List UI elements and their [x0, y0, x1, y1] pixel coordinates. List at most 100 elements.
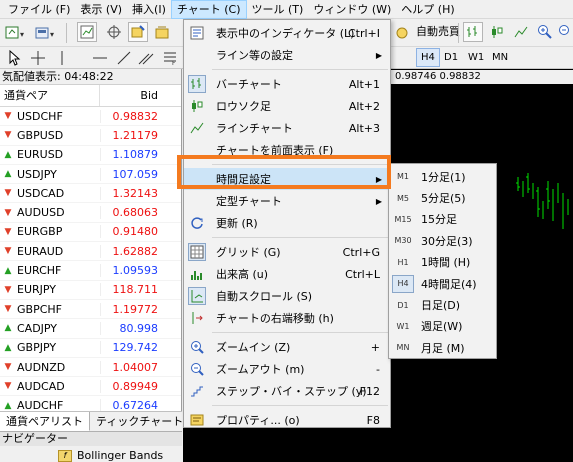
menu-chart[interactable]: チャート (C): [170, 0, 247, 19]
timeframe-menu-item[interactable]: M1 1分足(1): [389, 166, 496, 187]
chart-menu-item[interactable]: ズームアウト (m) -: [184, 358, 390, 380]
market-watch-row[interactable]: ▼ EURAUD 1.62882: [0, 242, 181, 262]
auto-trading-button[interactable]: 自動売買: [416, 22, 460, 42]
chart-menu-item[interactable]: ライン等の設定 ▶: [184, 44, 390, 66]
line-chart-toolbar-icon[interactable]: [511, 22, 531, 42]
chart-menu-item[interactable]: ラインチャート Alt+3: [184, 117, 390, 139]
chart-menu-item[interactable]: チャートの右端移動 (h): [184, 307, 390, 329]
navigator-panel: ナビゲーター f Bollinger Bands: [0, 431, 182, 462]
timeframe-menu-item[interactable]: H4 4時間足(4): [389, 273, 496, 294]
market-watch-row[interactable]: ▲ GBPJPY 129.742: [0, 339, 181, 358]
candlestick-toolbar-icon[interactable]: [487, 22, 507, 42]
menu-file[interactable]: ファイル (F): [3, 0, 75, 19]
channel-icon[interactable]: [136, 48, 156, 68]
menu-help[interactable]: ヘルプ (H): [396, 0, 459, 19]
chart-shift-icon: [188, 309, 206, 327]
chart-price-info: 0.98746 0.98832: [395, 71, 481, 82]
bid-price: 0.68063: [100, 206, 162, 220]
grid-icon: [188, 243, 206, 261]
menu-tools[interactable]: ツール (T): [247, 0, 309, 19]
timeframe-menu-item[interactable]: M5 5分足(5): [389, 187, 496, 208]
down-arrow-icon: ▼: [4, 284, 12, 295]
market-watch-row[interactable]: ▲ CADJPY 80.998: [0, 319, 181, 339]
timeframe-menu-item[interactable]: H1 1時間 (H): [389, 252, 496, 273]
market-watch-row[interactable]: ▲ EURUSD 1.10879: [0, 146, 181, 165]
up-arrow-icon: ▲: [4, 400, 12, 411]
menu-insert[interactable]: 挿入(I): [127, 0, 171, 19]
symbol-name: GBPJPY: [17, 341, 57, 355]
tab-symbols[interactable]: 通貨ペアリスト: [0, 412, 90, 431]
menu-bar: ファイル (F) 表示 (V) 挿入(I) チャート (C) ツール (T) ウ…: [0, 0, 573, 19]
chart-menu-item[interactable]: 表示中のインディケータ (L) Ctrl+I: [184, 22, 390, 44]
navigator-item-label: Bollinger Bands: [77, 449, 164, 462]
symbol-name: AUDCAD: [17, 379, 65, 393]
market-watch-row[interactable]: ▼ EURJPY 118.711: [0, 281, 181, 300]
chart-menu-item[interactable]: 定型チャート ▶: [184, 190, 390, 212]
chart-menu-item[interactable]: ズームイン (Z) +: [184, 336, 390, 358]
bar-chart-toolbar-icon[interactable]: [463, 22, 483, 42]
bid-price: 1.19772: [100, 302, 162, 316]
menu-separator: [212, 237, 388, 238]
crosshair-icon[interactable]: [28, 48, 48, 68]
timeframe-menu-item[interactable]: MN 月足 (M): [389, 337, 496, 358]
bid-price: 1.10879: [100, 148, 162, 162]
symbol-name: EURAUD: [17, 244, 64, 258]
new-chart-icon[interactable]: ▾: [4, 23, 30, 43]
menu-window[interactable]: ウィンドウ (W): [308, 0, 396, 19]
chart-menu-item[interactable]: チャートを前面表示 (F): [184, 139, 390, 161]
bid-price: 1.32143: [100, 186, 162, 200]
menu-view[interactable]: 表示 (V): [75, 0, 127, 19]
market-watch-icon[interactable]: [77, 22, 97, 42]
navigator-icon[interactable]: [128, 22, 148, 42]
market-watch-row[interactable]: ▼ GBPUSD 1.21179: [0, 126, 181, 146]
chart-menu-item[interactable]: プロパティ... (o) F8: [184, 409, 390, 431]
timeframe-menu-item[interactable]: M30 30分足(3): [389, 230, 496, 251]
timeframe-menu-item[interactable]: W1 週足(W): [389, 316, 496, 337]
market-watch-row[interactable]: ▼ USDCAD 1.32143: [0, 184, 181, 204]
chart-menu-item[interactable]: 更新 (R): [184, 212, 390, 234]
menu-separator: [212, 69, 388, 70]
cursor-icon[interactable]: [4, 48, 24, 68]
chart-menu-item[interactable]: ロウソク足 Alt+2: [184, 95, 390, 117]
chart-menu-item[interactable]: バーチャート Alt+1: [184, 73, 390, 95]
fibonacci-icon[interactable]: F: [160, 48, 180, 68]
symbol-name: AUDNZD: [17, 360, 66, 374]
chart-menu-item[interactable]: 自動スクロール (S): [184, 285, 390, 307]
market-watch-row[interactable]: ▲ EURCHF 1.09593: [0, 261, 181, 281]
chart-menu-item-label: 自動スクロール (S): [216, 290, 313, 303]
market-watch-row[interactable]: ▲ USDJPY 107.059: [0, 165, 181, 185]
timeframe-w1-button[interactable]: W1: [464, 48, 488, 67]
expert-advisor-icon[interactable]: [392, 23, 412, 43]
zoom-in-toolbar-icon[interactable]: [535, 22, 555, 42]
timeframe-menu-item[interactable]: D1 日足(D): [389, 294, 496, 315]
data-window-icon[interactable]: [104, 22, 124, 42]
navigator-item[interactable]: f Bollinger Bands: [58, 449, 163, 462]
market-watch-row[interactable]: ▼ AUDCAD 0.89949: [0, 377, 181, 397]
column-header-bid[interactable]: Bid: [100, 85, 162, 106]
timeframe-menu-item[interactable]: M15 15分足: [389, 209, 496, 230]
profiles-icon[interactable]: ▾: [34, 23, 60, 43]
zoom-out-toolbar-icon[interactable]: [557, 22, 573, 42]
trend-line-icon[interactable]: [114, 48, 134, 68]
tab-tick-chart[interactable]: ティックチャート: [90, 412, 189, 431]
market-watch-row[interactable]: ▼ EURGBP 0.91480: [0, 223, 181, 243]
timeframe-h4-button[interactable]: H4: [416, 48, 440, 67]
market-watch-row[interactable]: ▼ AUDNZD 1.04007: [0, 358, 181, 378]
vertical-line-icon[interactable]: [52, 48, 72, 68]
shortcut-label: Ctrl+G: [342, 245, 380, 259]
chart-menu-item-label: 出来高 (u): [216, 268, 269, 281]
horizontal-line-icon[interactable]: [90, 48, 110, 68]
market-watch-row[interactable]: ▼ AUDUSD 0.68063: [0, 203, 181, 223]
column-header-symbol[interactable]: 通貨ペア: [0, 85, 100, 106]
market-watch-row[interactable]: ▼ USDCHF 0.98832: [0, 107, 181, 127]
chart-menu-item[interactable]: 時間足設定 ▶: [184, 168, 390, 190]
chart-menu-item[interactable]: ステップ・バイ・ステップ (y) F12: [184, 380, 390, 402]
timeframe-d1-button[interactable]: D1: [440, 48, 462, 67]
timeframe-menu-item-label: 5分足(5): [421, 192, 466, 206]
terminal-icon[interactable]: [152, 22, 172, 42]
bid-price: 129.742: [100, 341, 162, 355]
chart-menu-item[interactable]: 出来高 (u) Ctrl+L: [184, 263, 390, 285]
chart-menu-item[interactable]: グリッド (G) Ctrl+G: [184, 241, 390, 263]
market-watch-row[interactable]: ▼ GBPCHF 1.19772: [0, 300, 181, 320]
timeframe-mn-button[interactable]: MN: [488, 48, 512, 67]
